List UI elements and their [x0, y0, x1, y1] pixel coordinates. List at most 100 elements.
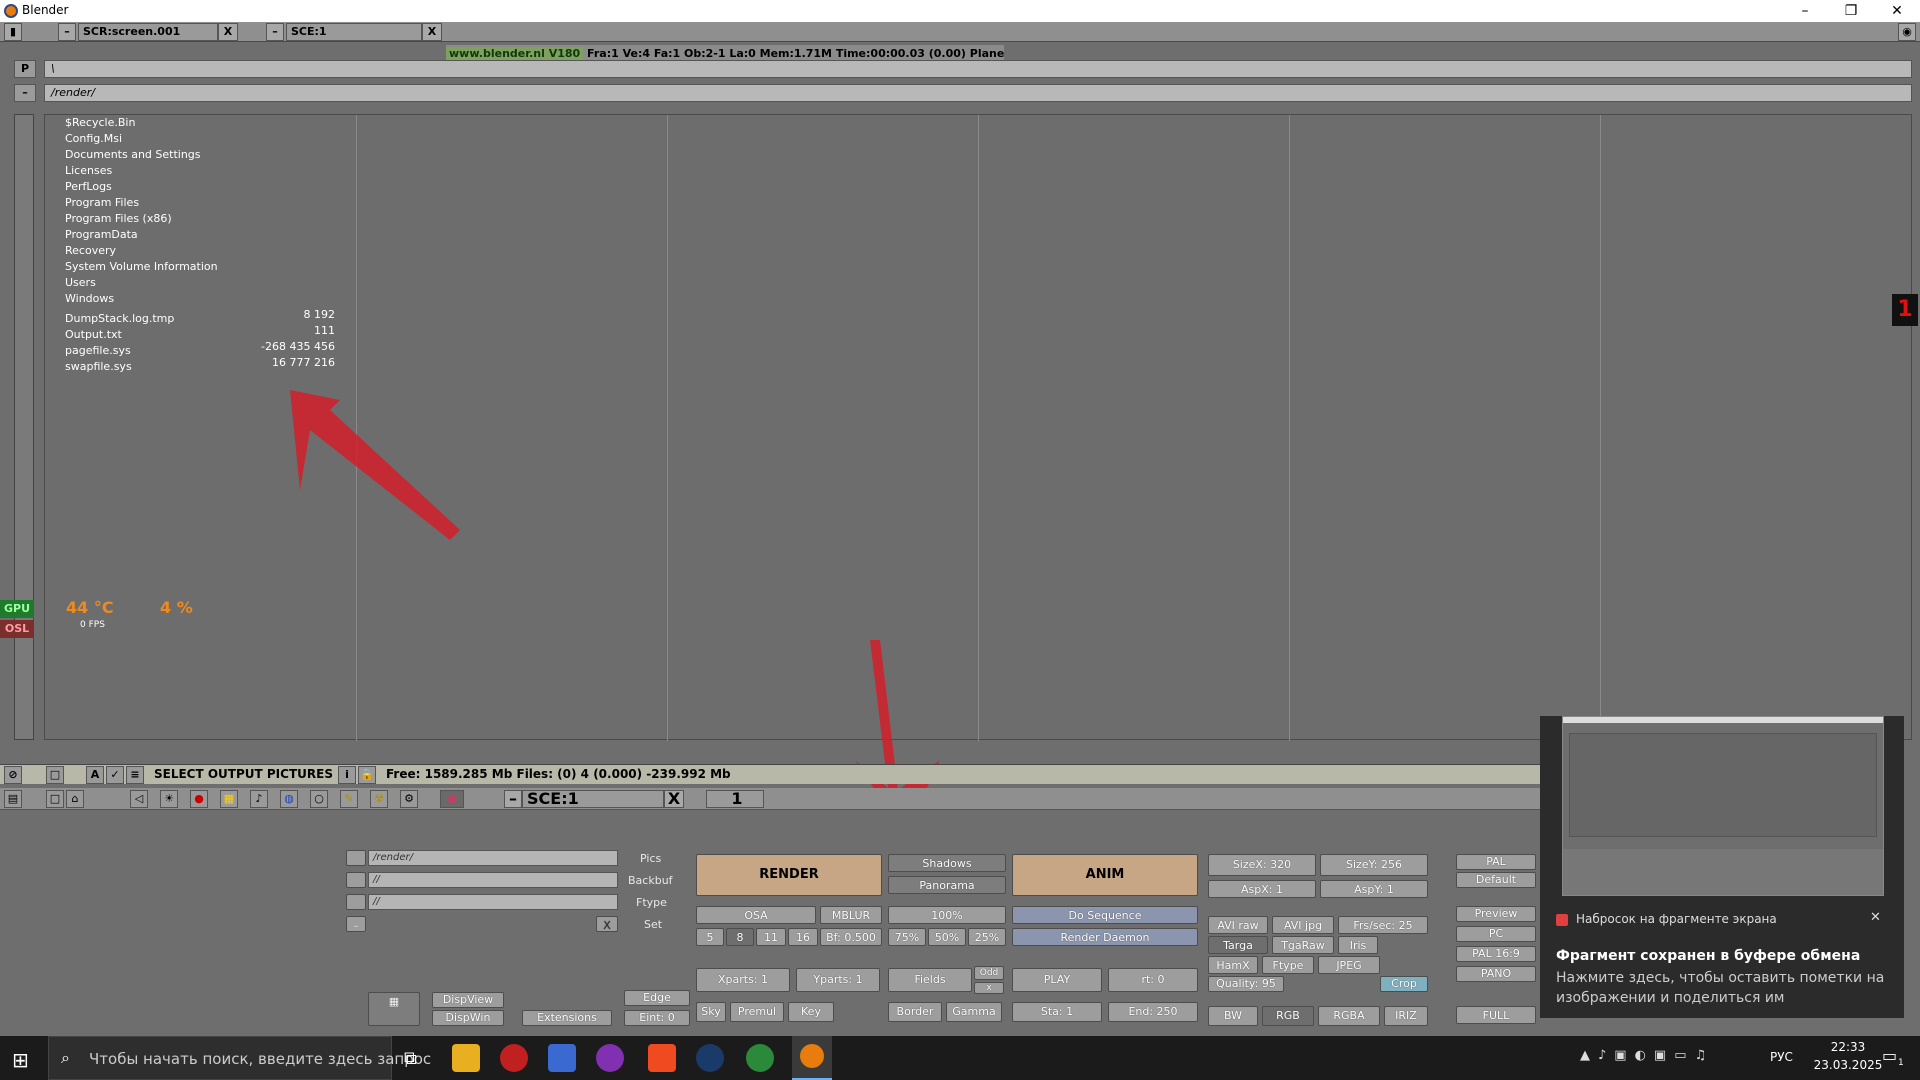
avi-jpg-button[interactable]: AVI jpg	[1272, 916, 1334, 934]
x-toggle[interactable]: x	[974, 982, 1004, 994]
file-row[interactable]: DumpStack.log.tmp 8 192	[65, 307, 335, 325]
edit-buttons-icon[interactable]: ○	[310, 790, 328, 808]
windows-start-icon[interactable]: ⊞	[12, 1048, 29, 1072]
aspy-field[interactable]: AspY: 1	[1320, 880, 1428, 898]
border-toggle[interactable]: Border	[888, 1002, 942, 1022]
set-browse-button[interactable]: –	[346, 916, 366, 932]
pics-browse-button[interactable]	[346, 850, 366, 866]
sizex-field[interactable]: SizeX: 320	[1208, 854, 1316, 876]
folder-item[interactable]: PerfLogs	[65, 179, 218, 195]
sky-toggle[interactable]: Sky	[696, 1002, 726, 1022]
lock-icon[interactable]: 🔒	[358, 766, 376, 784]
rgba-button[interactable]: RGBA	[1318, 1006, 1380, 1026]
blender-taskbar-button[interactable]	[792, 1036, 832, 1080]
layout-grid-icon[interactable]: ▦	[368, 992, 420, 1026]
folder-item[interactable]: ProgramData	[65, 227, 218, 243]
home-icon[interactable]: ⌂	[66, 790, 84, 808]
pal169-preset[interactable]: PAL 16:9	[1456, 946, 1536, 962]
folder-item[interactable]: System Volume Information	[65, 259, 218, 275]
user-icon[interactable]: ◉	[1898, 23, 1916, 41]
media-player-icon[interactable]	[500, 1044, 528, 1072]
path-top-field[interactable]: \	[44, 60, 1912, 78]
backbuf-path-field[interactable]: //	[368, 872, 618, 888]
start-frame-field[interactable]: Sta: 1	[1012, 1002, 1102, 1022]
fields-toggle[interactable]: Fields	[888, 968, 972, 992]
clock-date[interactable]: 23.03.2025	[1808, 1058, 1888, 1072]
premul-toggle[interactable]: Premul	[730, 1002, 784, 1022]
scene-name-field[interactable]: SCE:1	[522, 790, 664, 808]
maximize-button[interactable]: ❐	[1828, 0, 1874, 22]
osa-5-button[interactable]: 5	[696, 928, 724, 946]
dispwin-toggle[interactable]: DispWin	[432, 1010, 504, 1026]
hamx-button[interactable]: HamX	[1208, 956, 1258, 974]
xbox-icon[interactable]	[746, 1044, 774, 1072]
play-button[interactable]: PLAY	[1012, 968, 1102, 992]
ftype-path-field[interactable]: //	[368, 894, 618, 910]
end-frame-field[interactable]: End: 250	[1108, 1002, 1198, 1022]
folder-item[interactable]: Documents and Settings	[65, 147, 218, 163]
folder-item[interactable]: Licenses	[65, 163, 218, 179]
task-view-icon[interactable]: ⧉	[404, 1048, 417, 1069]
folder-item[interactable]: Windows	[65, 291, 218, 307]
avi-raw-button[interactable]: AVI raw	[1208, 916, 1268, 934]
path-dir-field[interactable]: /render/	[44, 84, 1912, 102]
window-type-icon[interactable]: ⊘	[4, 766, 22, 784]
dir-menu-button[interactable]: –	[14, 84, 36, 102]
clock-time[interactable]: 22:33	[1818, 1040, 1878, 1054]
backbuf-browse-button[interactable]	[346, 872, 366, 888]
screen-delete-button[interactable]: X	[218, 23, 238, 41]
scene-delete-button[interactable]: X	[422, 23, 442, 41]
fps-field[interactable]: Frs/sec: 25	[1338, 916, 1428, 934]
folder-item[interactable]: Recovery	[65, 243, 218, 259]
yparts-field[interactable]: Yparts: 1	[796, 968, 880, 992]
jpeg-button[interactable]: JPEG	[1318, 956, 1380, 974]
folder-item[interactable]: Users	[65, 275, 218, 291]
current-frame-field[interactable]: 1	[706, 790, 764, 808]
sizey-field[interactable]: SizeY: 256	[1320, 854, 1428, 876]
world-buttons-icon[interactable]: ◍	[280, 790, 298, 808]
script-buttons-icon[interactable]: ✎	[340, 790, 358, 808]
app-purple-icon[interactable]	[596, 1044, 624, 1072]
brave-browser-icon[interactable]	[648, 1044, 676, 1072]
minimize-button[interactable]: –	[1782, 0, 1828, 22]
osa-8-button[interactable]: 8	[726, 928, 754, 946]
size-50-button[interactable]: 50%	[928, 928, 966, 946]
odd-toggle[interactable]: Odd	[974, 966, 1004, 980]
quality-field[interactable]: Quality: 95	[1208, 976, 1284, 992]
language-indicator[interactable]: РУС	[1770, 1050, 1793, 1064]
panorama-toggle[interactable]: Panorama	[888, 876, 1006, 894]
fullscreen-icon[interactable]: □	[46, 790, 64, 808]
iriz-button[interactable]: IRIZ	[1384, 1006, 1428, 1026]
file-row[interactable]: pagefile.sys -268 435 456	[65, 339, 335, 357]
anim-button[interactable]: ANIM	[1012, 854, 1198, 896]
default-preset[interactable]: Default	[1456, 872, 1536, 888]
scene-buttons-icon[interactable]: ⚙	[400, 790, 418, 808]
fullscreen-icon[interactable]: □	[46, 766, 64, 784]
pal-preset[interactable]: PAL	[1456, 854, 1536, 870]
sort-alpha-icon[interactable]: A	[86, 766, 104, 784]
bf-field[interactable]: Bf: 0.500	[820, 928, 882, 946]
action-center-icon[interactable]: ▭	[1882, 1046, 1897, 1065]
anim-buttons-icon[interactable]: ♪	[250, 790, 268, 808]
sort-list-icon[interactable]: ≡	[126, 766, 144, 784]
file-scrollbar[interactable]	[14, 114, 34, 740]
preview-preset[interactable]: Preview	[1456, 906, 1536, 922]
eint-field[interactable]: Eint: 0	[624, 1010, 690, 1026]
osa-toggle[interactable]: OSA	[696, 906, 816, 924]
rgb-button[interactable]: RGB	[1262, 1006, 1314, 1026]
file-explorer-icon[interactable]	[452, 1044, 480, 1072]
ftype-button[interactable]: Ftype	[1262, 956, 1314, 974]
edge-toggle[interactable]: Edge	[624, 990, 690, 1006]
texture-buttons-icon[interactable]: ▦	[220, 790, 238, 808]
view-buttons-icon[interactable]: ◁	[130, 790, 148, 808]
pano-preset[interactable]: PANO	[1456, 966, 1536, 982]
folder-item[interactable]: $Recycle.Bin	[65, 115, 218, 131]
radiosity-buttons-icon[interactable]: ☢	[370, 790, 388, 808]
pics-path-field[interactable]: /render/	[368, 850, 618, 866]
steam-icon[interactable]	[696, 1044, 724, 1072]
render-button[interactable]: RENDER	[696, 854, 882, 896]
folder-item[interactable]: Config.Msi	[65, 131, 218, 147]
scene-delete-button[interactable]: X	[664, 790, 684, 808]
render-buttons-icon[interactable]: ▣	[440, 790, 464, 808]
tga-raw-button[interactable]: TgaRaw	[1272, 936, 1334, 954]
